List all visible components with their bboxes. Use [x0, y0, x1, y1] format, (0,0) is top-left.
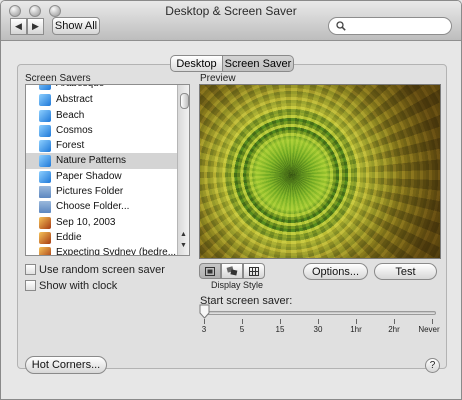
screensaver-icon: [39, 125, 51, 137]
magnifier-icon: [336, 21, 346, 31]
display-style-mosaic-button[interactable]: [243, 263, 265, 279]
scrollbar-thumb[interactable]: [180, 93, 189, 109]
mosaic-icon: [249, 266, 259, 276]
slider-tick: [394, 319, 395, 324]
list-item[interactable]: Choose Folder...: [26, 199, 177, 215]
random-screen-saver-label: Use random screen saver: [39, 264, 165, 276]
forward-button[interactable]: ▶: [27, 18, 44, 35]
back-button[interactable]: ◀: [10, 18, 27, 35]
list-item[interactable]: Beach: [26, 108, 177, 124]
search-input[interactable]: [328, 17, 452, 35]
slider-tick-label: 1hr: [350, 325, 362, 334]
tab-desktop[interactable]: Desktop: [170, 55, 223, 72]
scroll-up-icon[interactable]: ▲: [180, 231, 187, 238]
show-with-clock-checkbox[interactable]: [25, 280, 36, 291]
window-title: Desktop & Screen Saver: [165, 4, 297, 18]
slider-tick: [432, 319, 433, 324]
options-button[interactable]: Options...: [303, 263, 368, 280]
photo-album-icon: [39, 232, 51, 244]
slider-tick-label: 2hr: [388, 325, 400, 334]
chevron-right-icon: ▶: [32, 21, 39, 31]
list-item[interactable]: Arabesque: [26, 85, 177, 92]
random-screen-saver-checkbox[interactable]: [25, 264, 36, 275]
slider-tick: [242, 319, 243, 324]
list-item[interactable]: Forest: [26, 138, 177, 154]
test-button[interactable]: Test: [374, 263, 437, 280]
hot-corners-button[interactable]: Hot Corners...: [25, 356, 107, 374]
preferences-window: Desktop & Screen Saver ◀ ▶ Show All Desk…: [0, 0, 462, 400]
screensaver-icon: [39, 110, 51, 122]
slider-tick-label: 5: [239, 325, 245, 334]
slider-tick-label: 30: [313, 325, 323, 334]
collage-icon: [226, 266, 238, 276]
list-item[interactable]: Expecting Sydney (bedre...: [26, 245, 177, 255]
display-style-collage-button[interactable]: [221, 263, 243, 279]
slider-knob[interactable]: [199, 304, 210, 319]
preview-heading: Preview: [200, 73, 236, 84]
slider-tick: [204, 319, 205, 324]
list-item[interactable]: Abstract: [26, 92, 177, 108]
screensaver-icon: [39, 171, 51, 183]
chevron-left-icon: ◀: [15, 21, 22, 31]
screensaver-icon: [39, 155, 51, 167]
slider-tick-label: 15: [275, 325, 285, 334]
list-item[interactable]: Eddie: [26, 230, 177, 246]
slider-tick: [356, 319, 357, 324]
slider-tick-label: 3: [201, 325, 207, 334]
tab-bar: Desktop Screen Saver: [170, 55, 294, 72]
slider-tick: [318, 319, 319, 324]
screensaver-icon: [39, 94, 51, 106]
slider-tick: [280, 319, 281, 324]
preview-image: [199, 84, 441, 259]
tab-screen-saver[interactable]: Screen Saver: [223, 55, 294, 72]
start-screen-saver-label: Start screen saver:: [200, 295, 293, 307]
list-item[interactable]: Pictures Folder: [26, 184, 177, 200]
list-item-selected[interactable]: Nature Patterns: [26, 153, 177, 169]
screensaver-icon: [39, 140, 51, 152]
help-button[interactable]: ?: [425, 358, 440, 373]
show-with-clock-label: Show with clock: [39, 280, 118, 292]
slider-tick-label: Never: [418, 325, 440, 334]
display-style-control[interactable]: [199, 263, 265, 279]
slideshow-icon: [205, 266, 215, 276]
show-all-button[interactable]: Show All: [52, 17, 100, 35]
list-item[interactable]: Paper Shadow: [26, 169, 177, 185]
folder-icon: [39, 201, 51, 213]
display-style-label: Display Style: [211, 280, 264, 290]
screen-savers-heading: Screen Savers: [25, 73, 91, 84]
scroll-down-icon[interactable]: ▼: [180, 242, 187, 249]
screensaver-icon: [39, 85, 51, 90]
folder-icon: [39, 186, 51, 198]
start-screen-saver-slider[interactable]: [204, 311, 436, 315]
photo-album-icon: [39, 217, 51, 229]
screen-saver-list[interactable]: Arabesque Abstract Beach Cosmos Forest N…: [25, 84, 190, 256]
list-item[interactable]: Sep 10, 2003: [26, 215, 177, 231]
list-scrollbar[interactable]: ▲ ▼: [177, 85, 189, 255]
list-item[interactable]: Cosmos: [26, 123, 177, 139]
photo-album-icon: [39, 247, 51, 255]
title-bar: Desktop & Screen Saver ◀ ▶ Show All: [1, 1, 461, 41]
display-style-slideshow-button[interactable]: [199, 263, 221, 279]
